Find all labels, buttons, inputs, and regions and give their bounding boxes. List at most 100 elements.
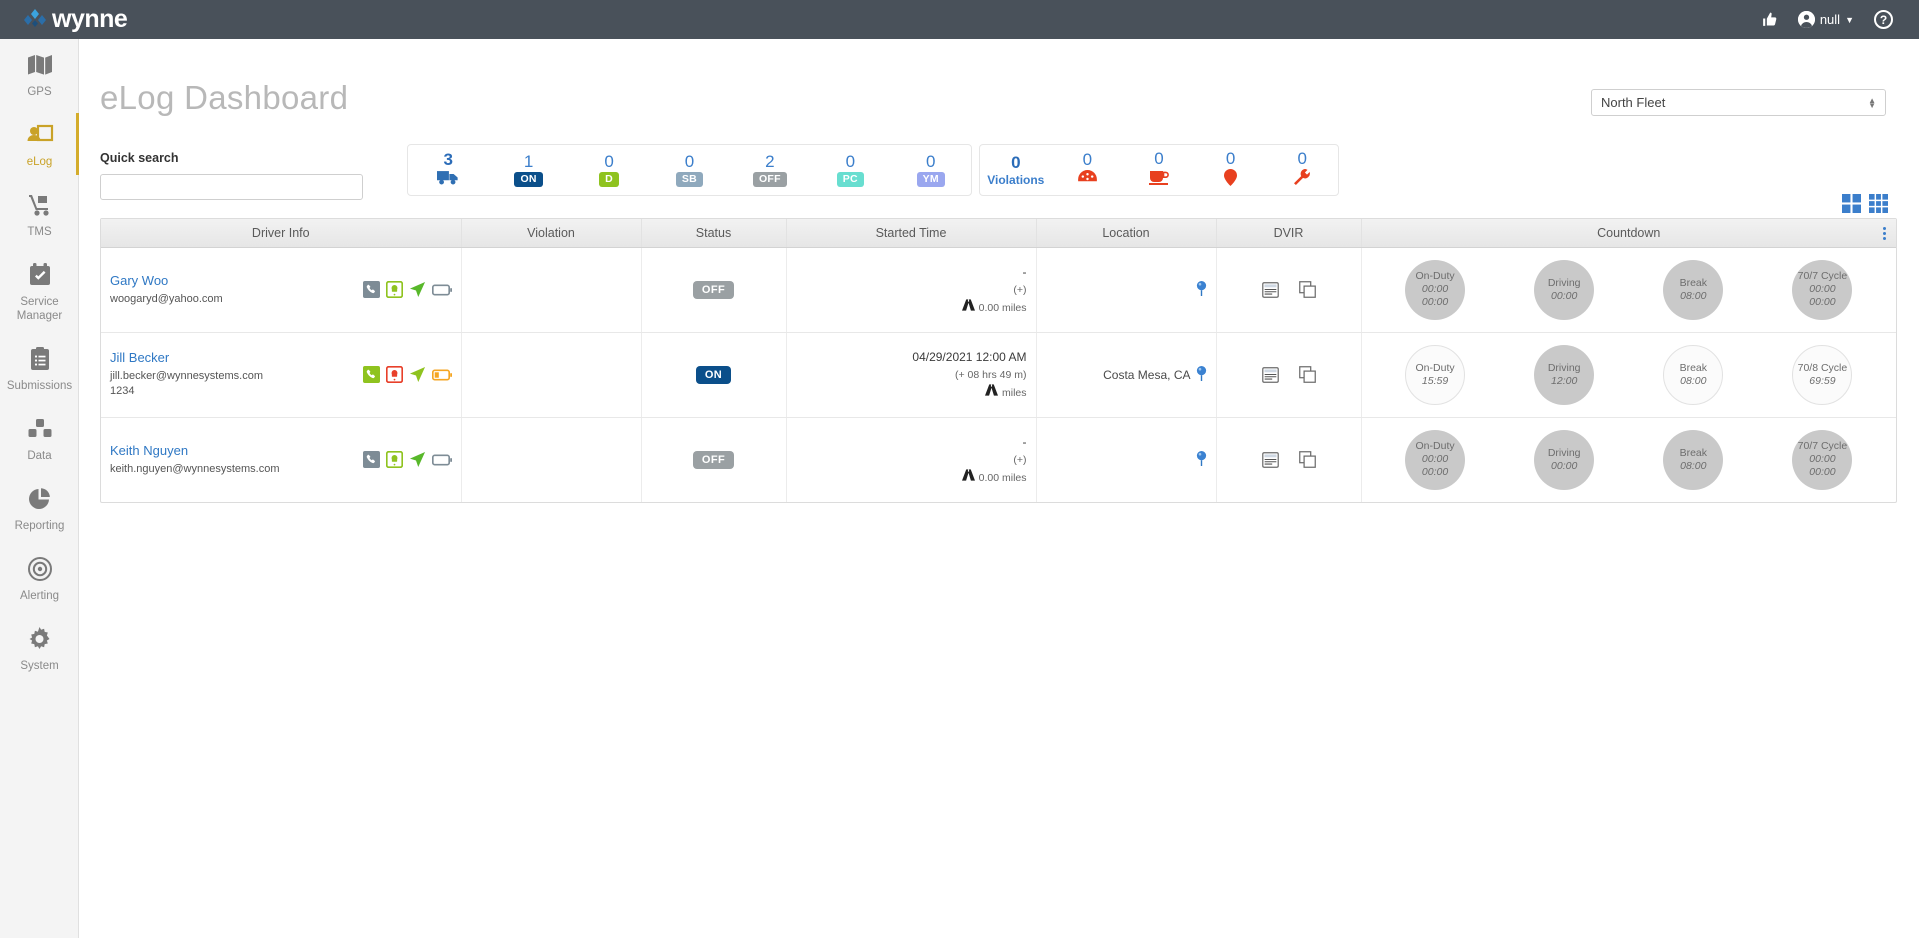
sidebar-item-service-manager[interactable]: Service Manager xyxy=(0,249,79,333)
sidebar-item-submissions[interactable]: Submissions xyxy=(0,333,79,403)
navigation-arrow-icon[interactable] xyxy=(409,366,426,383)
column-header-countdown[interactable]: Countdown xyxy=(1361,219,1896,247)
countdown-time: 12:00 xyxy=(1551,375,1577,388)
speedometer-icon xyxy=(1078,170,1097,190)
stat-count: 0 xyxy=(846,153,855,170)
fleet-select-value: North Fleet xyxy=(1601,95,1665,110)
countdown-circle[interactable]: Break 08:00 xyxy=(1663,430,1723,490)
map-pin-icon[interactable] xyxy=(1196,281,1207,299)
status-badge-ym: YM xyxy=(917,172,945,187)
column-header-started-time[interactable]: Started Time xyxy=(786,219,1036,247)
chevron-down-icon: ▼ xyxy=(1845,15,1854,25)
stat-count: 0 xyxy=(926,153,935,170)
status-stat-total[interactable]: 3 xyxy=(408,151,488,190)
cell-violation xyxy=(461,332,641,417)
countdown-circle[interactable]: Break 08:00 xyxy=(1663,260,1723,320)
started-time-duration: (+) xyxy=(796,281,1027,299)
dvir-log-icon[interactable] xyxy=(1262,452,1279,468)
map-pin-icon[interactable] xyxy=(1196,451,1207,469)
battery-icon[interactable] xyxy=(432,369,452,381)
android-tablet-icon[interactable] xyxy=(386,281,403,298)
cell-driver-info: Gary Woo woogaryd@yahoo.com xyxy=(101,247,461,332)
help-icon[interactable]: ? xyxy=(1874,10,1893,29)
violations-stat-speed[interactable]: 0 xyxy=(1052,151,1124,190)
dvir-copy-icon[interactable] xyxy=(1299,366,1316,383)
phone-icon[interactable] xyxy=(363,281,380,298)
started-time-miles: 0.00 miles xyxy=(796,469,1027,487)
status-stat-pc[interactable]: 0 PC xyxy=(810,153,890,187)
dvir-log-icon[interactable] xyxy=(1262,282,1279,298)
countdown-circle[interactable]: Driving 00:00 xyxy=(1534,430,1594,490)
table-row[interactable]: Gary Woo woogaryd@yahoo.com OFF - (+) 0.… xyxy=(101,247,1896,332)
table-row[interactable]: Keith Nguyen keith.nguyen@wynnesystems.c… xyxy=(101,417,1896,502)
android-tablet-icon[interactable] xyxy=(386,451,403,468)
countdown-circle[interactable]: 70/8 Cycle 69:59 xyxy=(1792,345,1852,405)
column-header-status[interactable]: Status xyxy=(641,219,786,247)
phone-icon[interactable] xyxy=(363,366,380,383)
android-tablet-icon[interactable] xyxy=(386,366,403,383)
status-stat-ym[interactable]: 0 YM xyxy=(891,153,971,187)
phone-icon[interactable] xyxy=(363,451,380,468)
dvir-copy-icon[interactable] xyxy=(1299,451,1316,468)
violations-stat-maintenance[interactable]: 0 xyxy=(1266,150,1338,191)
thumbs-up-icon[interactable] xyxy=(1761,11,1778,28)
table-row[interactable]: Jill Becker jill.becker@wynnesystems.com… xyxy=(101,332,1896,417)
dvir-copy-icon[interactable] xyxy=(1299,281,1316,298)
status-stat-d[interactable]: 0 D xyxy=(569,153,649,187)
search-input[interactable] xyxy=(100,174,363,200)
cell-dvir xyxy=(1216,417,1361,502)
stat-count: 0 xyxy=(1226,150,1235,167)
violations-stat-location[interactable]: 0 xyxy=(1195,150,1267,191)
table-view-toggle[interactable] xyxy=(1869,194,1888,213)
cell-countdown: On-Duty 00:0000:00 Driving 00:00 Break 0… xyxy=(1361,417,1896,502)
column-header-violation[interactable]: Violation xyxy=(461,219,641,247)
started-time-duration: (+) xyxy=(796,451,1027,469)
status-stat-sb[interactable]: 0 SB xyxy=(649,153,729,187)
sidebar-item-elog[interactable]: eLog xyxy=(0,109,79,179)
started-time-miles: 0.00 miles xyxy=(796,299,1027,317)
brand-logo[interactable]: wynne xyxy=(22,7,127,33)
coffee-cup-icon xyxy=(1149,169,1169,190)
status-badge-on: ON xyxy=(514,172,542,187)
table-options-menu-icon[interactable] xyxy=(1883,227,1886,240)
sidebar-item-tms[interactable]: TMS xyxy=(0,179,79,249)
countdown-time: 00:00 xyxy=(1551,460,1577,473)
countdown-circle[interactable]: Driving 00:00 xyxy=(1534,260,1594,320)
gear-icon xyxy=(2,627,77,653)
navigation-arrow-icon[interactable] xyxy=(409,281,426,298)
sidebar-item-gps[interactable]: GPS xyxy=(0,39,79,109)
user-menu[interactable]: null ▼ xyxy=(1798,11,1854,28)
countdown-circle[interactable]: 70/7 Cycle 00:0000:00 xyxy=(1792,260,1852,320)
column-header-driver-info[interactable]: Driver Info xyxy=(101,219,461,247)
driver-name-link[interactable]: Gary Woo xyxy=(110,273,355,288)
card-view-toggle[interactable] xyxy=(1842,194,1861,213)
status-stat-off[interactable]: 2 OFF xyxy=(730,153,810,187)
battery-icon[interactable] xyxy=(432,454,452,466)
fleet-select[interactable]: North Fleet ▲▼ xyxy=(1591,89,1886,116)
started-time-value: 04/29/2021 12:00 AM xyxy=(796,348,1027,366)
sidebar-item-alerting[interactable]: Alerting xyxy=(0,543,79,613)
status-stat-on[interactable]: 1 ON xyxy=(488,153,568,187)
stat-count: 0 xyxy=(1154,150,1163,167)
countdown-circle[interactable]: On-Duty 00:0000:00 xyxy=(1405,430,1465,490)
column-header-location[interactable]: Location xyxy=(1036,219,1216,247)
sidebar-item-system[interactable]: System xyxy=(0,613,79,683)
countdown-circle[interactable]: On-Duty 15:59 xyxy=(1405,345,1465,405)
driver-name-link[interactable]: Jill Becker xyxy=(110,350,355,365)
dvir-log-icon[interactable] xyxy=(1262,367,1279,383)
countdown-circle[interactable]: Driving 12:00 xyxy=(1534,345,1594,405)
sidebar-item-reporting[interactable]: Reporting xyxy=(0,473,79,543)
violations-stat-total[interactable]: 0 Violations xyxy=(980,154,1052,187)
violations-stat-break[interactable]: 0 xyxy=(1123,150,1195,190)
navigation-arrow-icon[interactable] xyxy=(409,451,426,468)
map-pin-icon[interactable] xyxy=(1196,366,1207,384)
countdown-circle[interactable]: 70/7 Cycle 00:0000:00 xyxy=(1792,430,1852,490)
countdown-circle[interactable]: Break 08:00 xyxy=(1663,345,1723,405)
driver-name-link[interactable]: Keith Nguyen xyxy=(110,443,355,458)
countdown-circle[interactable]: On-Duty 00:0000:00 xyxy=(1405,260,1465,320)
battery-icon[interactable] xyxy=(432,284,452,296)
column-header-dvir[interactable]: DVIR xyxy=(1216,219,1361,247)
cell-dvir xyxy=(1216,332,1361,417)
sidebar-item-data[interactable]: Data xyxy=(0,403,79,473)
countdown-label: Break xyxy=(1680,362,1707,375)
